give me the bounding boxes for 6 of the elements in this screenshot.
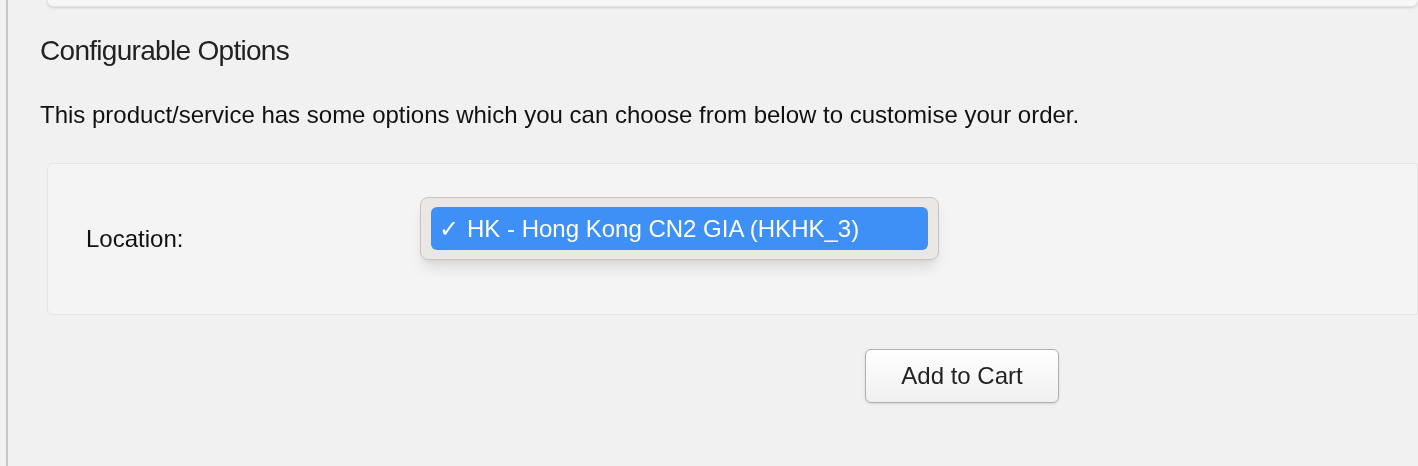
section-heading: Configurable Options (40, 34, 290, 68)
checkmark: ✓ (439, 213, 459, 244)
description-text: This product/service has some options which you can choose from below to customise your order. (40, 100, 1080, 130)
add-to-cart-button[interactable]: Add to Cart (865, 349, 1059, 403)
field-label: Location: (86, 224, 184, 254)
menu-item-label: HK - Hong Kong CN2 GIA (HKHK_3) (467, 213, 860, 244)
